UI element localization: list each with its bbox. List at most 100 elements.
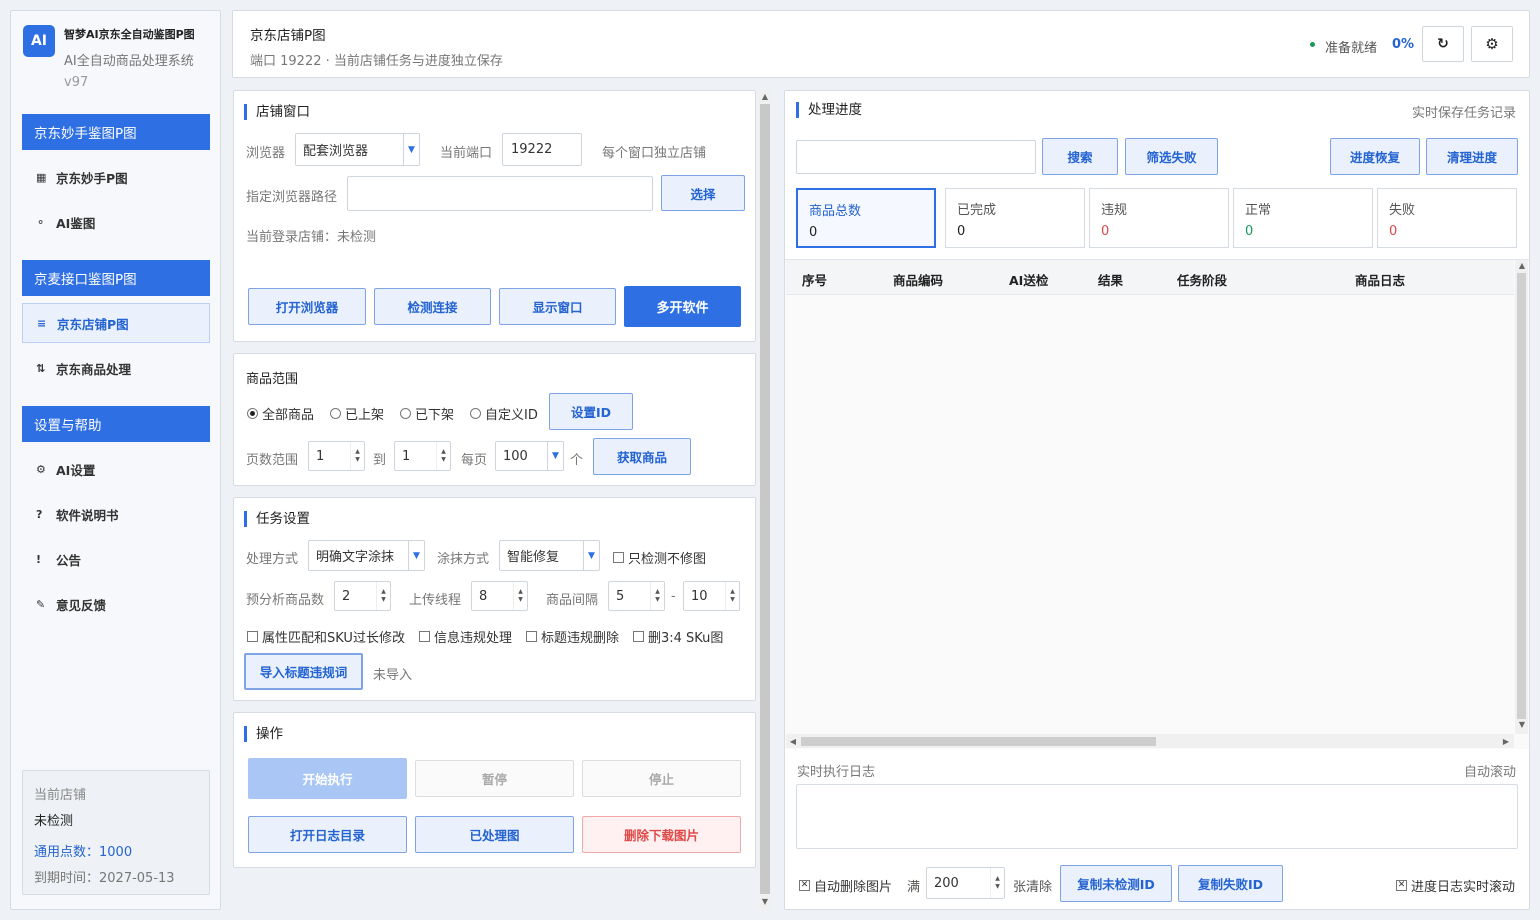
nav-group-jingmai[interactable]: 京麦接口鉴图P图 [22, 260, 210, 296]
radio-listed[interactable]: 已上架 [330, 404, 384, 423]
log-scroll-checkbox[interactable]: ✕ 进度日志实时滚动 [1396, 876, 1515, 895]
checkbox-label: 属性匹配和SKU过长修改 [262, 631, 405, 646]
pre-analysis-stepper[interactable]: 2 ▲ ▼ [334, 581, 391, 611]
stat-normal[interactable]: 正常 0 [1233, 188, 1373, 248]
scroll-right-icon[interactable]: ▶ [1500, 737, 1512, 746]
page-subtitle: 端口 19222 · 当前店铺任务与进度独立保存 [250, 54, 503, 69]
stat-completed[interactable]: 已完成 0 [945, 188, 1085, 248]
nav-group-settings[interactable]: 设置与帮助 [22, 406, 210, 442]
scroll-left-icon[interactable]: ◀ [787, 737, 799, 746]
title-violation-checkbox[interactable]: 标题违规删除 [526, 627, 619, 646]
nav-item-jd-miaoshou-p[interactable]: ▦ 京东妙手P图 [22, 157, 210, 197]
stat-violation[interactable]: 违规 0 [1089, 188, 1229, 248]
copy-unchecked-button[interactable]: 复制未检测ID [1060, 865, 1172, 902]
show-window-button[interactable]: 显示窗口 [499, 288, 616, 325]
check-connection-button[interactable]: 检测连接 [374, 288, 491, 325]
nav-item-ai-settings[interactable]: ⚙ AI设置 [22, 449, 210, 489]
full-count-stepper[interactable]: 200 ▲ ▼ [926, 867, 1005, 899]
nav-item-jd-store-p[interactable]: ≡ 京东店铺P图 [22, 303, 210, 343]
stat-total[interactable]: 商品总数 0 [796, 188, 936, 248]
clear-progress-button[interactable]: 清理进度 [1426, 138, 1518, 175]
page-range-label: 页数范围 [246, 453, 299, 468]
set-id-button[interactable]: 设置ID [549, 393, 633, 430]
mode-select[interactable]: 明确文字涂抹 ▼ [308, 540, 425, 571]
info-violation-checkbox[interactable]: 信息违规处理 [419, 627, 512, 646]
nav-item-label: AI设置 [56, 462, 96, 478]
import-words-button[interactable]: 导入标题违规词 [244, 653, 363, 690]
port-input[interactable]: 19222 [502, 133, 582, 166]
col-result[interactable]: 结果 [1098, 270, 1123, 289]
start-button[interactable]: 开始执行 [248, 758, 407, 799]
erase-select[interactable]: 智能修复 ▼ [499, 540, 600, 571]
multi-open-button[interactable]: 多开软件 [624, 286, 741, 327]
restore-progress-button[interactable]: 进度恢复 [1330, 138, 1420, 175]
page-from-stepper[interactable]: 1 ▲ ▼ [308, 441, 365, 471]
radio-custom-id[interactable]: 自定义ID [470, 404, 538, 423]
page-from-value: 1 [316, 448, 325, 464]
scroll-up-icon[interactable]: ▲ [1516, 261, 1528, 270]
radio-label: 全部商品 [262, 408, 315, 423]
nav-item-ai-check[interactable]: ⚬ AI鉴图 [22, 202, 210, 242]
open-log-dir-button[interactable]: 打开日志目录 [248, 816, 407, 853]
full-label: 满 [907, 880, 921, 895]
stop-button[interactable]: 停止 [582, 760, 741, 797]
scroll-down-icon[interactable]: ▼ [1516, 720, 1528, 729]
checkbox-box [526, 631, 537, 642]
settings-button[interactable]: ⚙ [1471, 26, 1513, 62]
log-area[interactable] [796, 784, 1518, 849]
col-task-stage[interactable]: 任务阶段 [1177, 270, 1227, 289]
per-page-value: 100 [503, 448, 528, 464]
thread-stepper[interactable]: 8 ▲ ▼ [471, 581, 528, 611]
nav-item-manual[interactable]: ? 软件说明书 [22, 494, 210, 534]
table-vscroll-thumb[interactable] [1517, 273, 1526, 719]
stat-failed[interactable]: 失败 0 [1377, 188, 1517, 248]
delete-sku-checkbox[interactable]: 删3:4 SKu图 [633, 627, 723, 646]
browser-select[interactable]: 配套浏览器 ▼ [295, 133, 420, 166]
interval-max-stepper[interactable]: 10 ▲ ▼ [683, 581, 740, 611]
port-value: 19222 [511, 142, 553, 157]
left-scrollbar-thumb[interactable] [760, 104, 770, 894]
choose-path-button[interactable]: 选择 [661, 175, 745, 211]
col-index[interactable]: 序号 [802, 270, 827, 289]
help-icon: ? [36, 507, 43, 521]
filter-failed-button[interactable]: 筛选失败 [1125, 138, 1218, 175]
gear-icon: ⚙ [36, 462, 46, 476]
stat-label: 违规 [1101, 203, 1128, 218]
interval-min-stepper[interactable]: 5 ▲ ▼ [608, 581, 665, 611]
task-settings-title: 任务设置 [244, 511, 310, 527]
scroll-up-icon[interactable]: ▲ [759, 92, 771, 101]
browser-path-input[interactable] [347, 176, 653, 211]
stepper-arrows-icon: ▲ ▼ [725, 582, 739, 610]
page-to-stepper[interactable]: 1 ▲ ▼ [394, 441, 451, 471]
app-version: v97 [64, 75, 89, 90]
nav-item-label: 软件说明书 [56, 507, 119, 523]
copy-failed-button[interactable]: 复制失败ID [1178, 865, 1283, 902]
nav-item-jd-product[interactable]: ⇅ 京东商品处理 [22, 348, 210, 388]
search-button[interactable]: 搜索 [1042, 138, 1118, 175]
nav-group-jd-miaoshou[interactable]: 京东妙手鉴图P图 [22, 114, 210, 150]
sku-fix-checkbox[interactable]: 属性匹配和SKU过长修改 [247, 627, 405, 646]
col-product-log[interactable]: 商品日志 [1355, 270, 1405, 289]
auto-delete-checkbox[interactable]: ✕ 自动删除图片 [799, 876, 892, 895]
scroll-down-icon[interactable]: ▼ [759, 897, 771, 906]
clear-unit-label: 张清除 [1013, 880, 1053, 895]
progress-search-input[interactable] [796, 140, 1036, 174]
fetch-products-button[interactable]: 获取商品 [593, 438, 691, 475]
open-browser-button[interactable]: 打开浏览器 [248, 288, 366, 325]
detect-only-checkbox[interactable]: 只检测不修图 [613, 548, 706, 567]
per-page-select[interactable]: 100 ▼ [495, 441, 564, 471]
nav-item-notice[interactable]: ! 公告 [22, 539, 210, 579]
realtime-save-note: 实时保存任务记录 [1412, 106, 1517, 121]
delete-downloads-button[interactable]: 删除下载图片 [582, 816, 741, 853]
radio-delisted[interactable]: 已下架 [400, 404, 454, 423]
nav-item-feedback[interactable]: ✎ 意见反馈 [22, 584, 210, 624]
col-product-code[interactable]: 商品编码 [893, 270, 943, 289]
refresh-button[interactable]: ↻ [1422, 26, 1464, 62]
table-hscroll-thumb[interactable] [801, 737, 1156, 746]
radio-all[interactable]: 全部商品 [247, 404, 314, 423]
sort-icon: ⇅ [36, 361, 46, 375]
processed-images-button[interactable]: 已处理图 [415, 816, 574, 853]
pause-button[interactable]: 暂停 [415, 760, 574, 797]
col-ai-check[interactable]: AI送检 [1009, 270, 1048, 289]
list-icon: ≡ [37, 316, 47, 330]
